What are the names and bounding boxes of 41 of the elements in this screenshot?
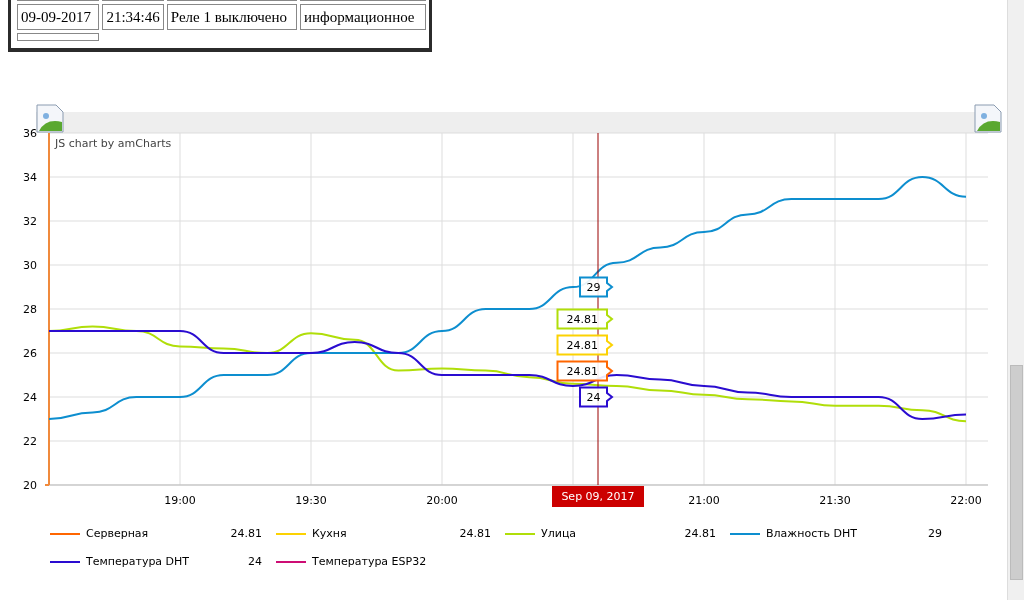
- axis-label: 21:00: [688, 494, 720, 507]
- value-balloon: 29: [579, 276, 614, 298]
- legend-value: 24.81: [230, 525, 262, 542]
- legend-value: 24.81: [459, 525, 491, 542]
- axis-label: 22: [23, 435, 37, 448]
- table-cell: 09-09-2017: [17, 4, 100, 30]
- axis-label: 36: [23, 127, 37, 140]
- axis-label: 19:30: [295, 494, 327, 507]
- table-cell: Реле 1 выключено: [166, 4, 297, 30]
- legend-label[interactable]: Серверная: [86, 525, 149, 543]
- value-balloon: 24: [579, 386, 614, 408]
- broken-image-icon: [974, 104, 1002, 133]
- value-balloon: 24.81: [556, 360, 614, 382]
- legend-label[interactable]: Температура ESP32: [312, 553, 427, 571]
- legend-label[interactable]: Температура DHT: [86, 553, 190, 571]
- cursor-date-label: Sep 09, 2017: [561, 490, 635, 503]
- axis-label: 28: [23, 303, 37, 316]
- legend-value: 24.81: [684, 525, 716, 542]
- axis-label: 22:00: [950, 494, 982, 507]
- legend-value: 24: [248, 553, 262, 570]
- axis-label: 30: [23, 259, 37, 272]
- axis-label: 24: [23, 391, 37, 404]
- scrollbar-thumb[interactable]: [1010, 365, 1023, 580]
- axis-label: 32: [23, 215, 37, 228]
- table-cell: 21:34:46: [102, 4, 164, 30]
- chart-credit[interactable]: JS chart by amCharts: [55, 137, 172, 150]
- axis-label: 21:30: [819, 494, 851, 507]
- axis-label: 19:00: [164, 494, 196, 507]
- legend-label[interactable]: Кухня: [312, 525, 347, 543]
- legend-value: 29: [928, 525, 942, 542]
- axis-label: 20: [23, 479, 37, 492]
- scrollbar[interactable]: [1007, 0, 1024, 600]
- axis-label: 26: [23, 347, 37, 360]
- legend-label[interactable]: Влажность DHT: [766, 525, 858, 543]
- axis-label: 34: [23, 171, 37, 184]
- value-balloon: 24.81: [556, 334, 614, 356]
- table-cell: информационное: [299, 4, 426, 30]
- value-balloon: 24.81: [556, 308, 614, 330]
- axis-label: 20:00: [426, 494, 458, 507]
- legend-label[interactable]: Улица: [541, 525, 577, 543]
- broken-image-icon: [36, 104, 64, 133]
